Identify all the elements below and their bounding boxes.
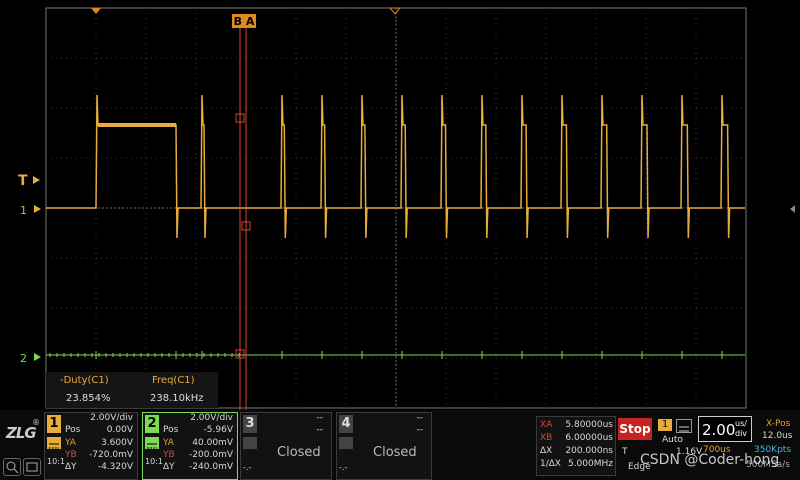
ch3-status: Closed (277, 445, 321, 460)
timebase-box[interactable]: 2.00 us/ div (698, 416, 752, 442)
ch2-ya-label: YA (163, 438, 174, 448)
ch1-ground-arrow[interactable] (34, 205, 41, 213)
ch3-coupling-icon (243, 437, 257, 449)
cursor-xb: 6.00000us (565, 433, 613, 443)
ch1-pos-label: Pos (65, 425, 81, 435)
ch2-pos-label: Pos (163, 425, 179, 435)
ch2-panel[interactable]: 2 2.00V/div Pos -5.96V YA 40.00mV YB -20… (142, 412, 238, 480)
ch1-dy-label: ∆Y (65, 462, 77, 472)
ch4-status: Closed (373, 445, 417, 460)
measure-value-duty: 23.854% (66, 393, 111, 404)
cursor-xa-label: XA (540, 420, 553, 430)
side-panel-handle-icon[interactable] (790, 205, 795, 213)
xpos-label: X-Pos (766, 419, 791, 429)
ch3-panel[interactable]: 3 -- -- Closed -.- (240, 412, 332, 480)
trigger-label: T (622, 447, 628, 457)
ch1-yb-label: YB (65, 450, 77, 460)
measurement-panel: -Duty(C1) Freq(C1) 23.854% 238.10kHz (46, 372, 218, 408)
cursor-xa: 5.80000us (565, 420, 613, 430)
ch1-coupling-dc-icon (47, 437, 61, 449)
watermark: CSDN @Coder-hong (640, 452, 780, 468)
ch1-badge: 1 (47, 415, 61, 433)
cursor-inv-label: 1/∆X (540, 459, 561, 469)
ch4-dash: -.- (339, 463, 348, 472)
ch1-high-segment (98, 123, 176, 127)
ch1-ground-label: 1 (20, 204, 27, 217)
screenshot-icon[interactable] (23, 458, 41, 476)
ch2-coupling-dc-icon (145, 437, 159, 449)
ch4-pos: -- (416, 425, 424, 435)
ch2-badge: 2 (145, 415, 159, 433)
ch1-ya: 3.600V (101, 438, 133, 448)
ch2-dy-label: ∆Y (163, 462, 175, 472)
run-stop-button[interactable]: Stop (618, 418, 652, 440)
ch1-probe: 10:1 (47, 457, 65, 466)
ch2-ya: 40.00mV (192, 438, 233, 448)
cursor-dx: 200.000ns (565, 446, 613, 456)
trigger-level-label: T (18, 173, 28, 189)
measure-value-freq: 238.10kHz (150, 393, 204, 404)
trigger-source: 1 (658, 419, 672, 431)
cursor-inv: 5.000MHz (567, 459, 613, 469)
measure-header-duty: -Duty(C1) (60, 375, 109, 386)
ch1-yb: -720.0mV (89, 450, 133, 460)
ch1-dy: -4.320V (97, 462, 133, 472)
ch1-pos: 0.00V (106, 425, 133, 435)
ch3-badge: 3 (243, 415, 257, 433)
ch1-panel[interactable]: 1 2.00V/div Pos 0.00V YA 3.600V YB -720.… (44, 412, 138, 480)
logo-area: ZLG ® (2, 416, 42, 456)
ch3-pos: -- (316, 425, 324, 435)
ch1-ya-label: YA (65, 438, 76, 448)
ch2-dy: -240.0mV (189, 462, 233, 472)
ch1-scale: 2.00V/div (90, 413, 133, 423)
ch2-yb: -200.0mV (189, 450, 233, 460)
trigger-mode: Auto (662, 435, 683, 445)
trigger-slope-icon (676, 419, 692, 433)
ch4-coupling-icon (339, 437, 353, 449)
ch3-scale: -- (316, 413, 324, 423)
trigger-level-arrow[interactable] (33, 176, 40, 184)
timebase-value: 2.00 (702, 421, 736, 439)
ch2-ground-arrow[interactable] (34, 353, 41, 361)
waveform-display: B A T 1 2 (18, 7, 795, 410)
ch2-yb-label: YB (163, 450, 175, 460)
timebase-unit-bottom: div (735, 429, 748, 438)
ch4-scale: -- (416, 413, 424, 423)
ch2-pos: -5.96V (203, 425, 233, 435)
xpos-value: 12.0us (762, 431, 793, 441)
ch2-scale: 2.00V/div (190, 413, 233, 423)
measure-header-freq: Freq(C1) (152, 375, 195, 386)
ch4-panel[interactable]: 4 -- -- Closed -.- (336, 412, 432, 480)
cursor-dx-label: ∆X (540, 446, 553, 456)
timebase-unit-top: us/ (735, 419, 747, 428)
cursor-tag-label: B A (234, 15, 255, 28)
ch2-probe: 10:1 (145, 457, 163, 466)
cursor-readout-panel[interactable]: XA 5.80000us XB 6.00000us ∆X 200.000ns 1… (536, 416, 616, 476)
bottom-status-bar: ZLG ® 1 2.00V/div Pos 0.00V YA 3.600V YB… (0, 410, 800, 480)
cursor-xb-label: XB (540, 433, 553, 443)
ch3-dash: -.- (243, 463, 252, 472)
registered-icon: ® (32, 418, 40, 427)
ch4-badge: 4 (339, 415, 353, 433)
ch2-ground-label: 2 (20, 352, 27, 365)
search-zoom-icon[interactable] (3, 458, 21, 476)
